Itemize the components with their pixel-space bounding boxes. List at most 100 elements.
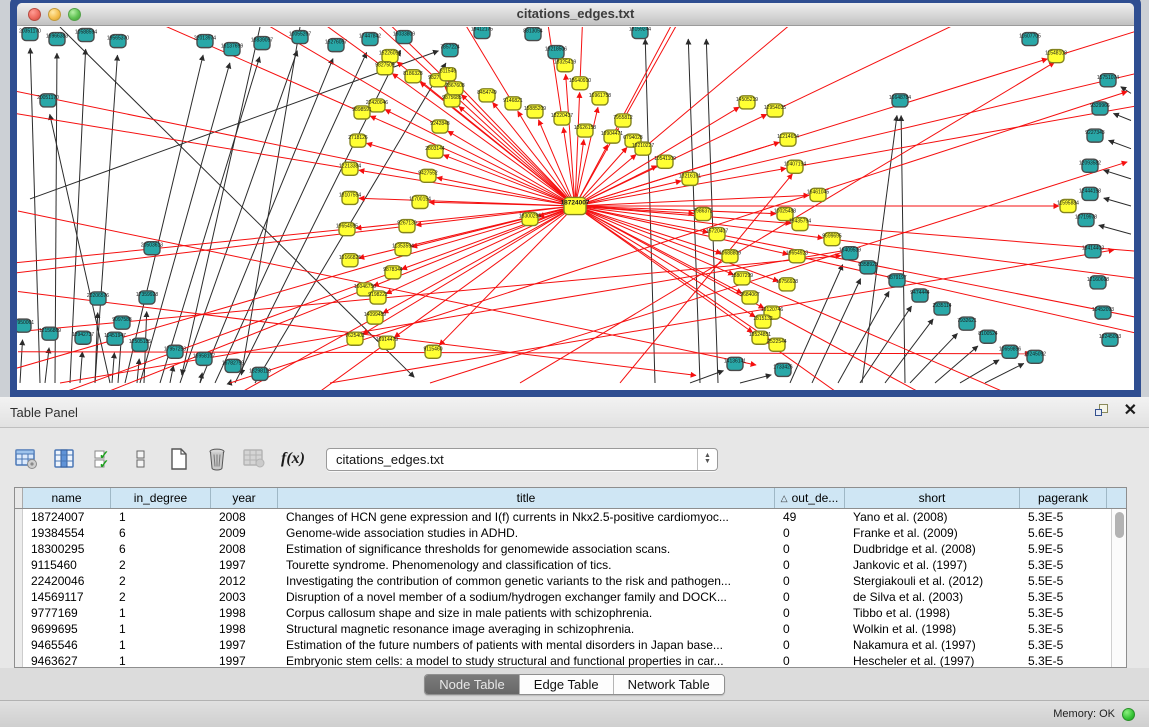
table-cell[interactable]: 2012	[211, 573, 278, 589]
tab-network-table[interactable]: Network Table	[614, 675, 724, 694]
table-cell[interactable]: 0	[775, 525, 845, 541]
table-cell[interactable]: 2	[111, 557, 211, 573]
table-vertical-scrollbar[interactable]	[1111, 509, 1126, 667]
table-cell[interactable]: 5.3E-5	[1020, 637, 1107, 653]
delete-icon[interactable]	[204, 446, 230, 472]
table-cell[interactable]: Yano et al. (2008)	[845, 509, 1020, 525]
table-cell[interactable]: 19384554	[23, 525, 111, 541]
table-cell[interactable]: 5.3E-5	[1020, 653, 1107, 667]
column-header-in_degree[interactable]: in_degree	[111, 488, 211, 508]
table-row[interactable]: 1872400712008Changes of HCN gene express…	[15, 509, 1111, 525]
show-columns-icon[interactable]	[52, 446, 78, 472]
citation-network-graph[interactable]: 2035117016966383105885941956537020051170…	[17, 27, 1134, 390]
table-cell[interactable]: 0	[775, 541, 845, 557]
new-table-icon[interactable]	[166, 446, 192, 472]
tab-node-table[interactable]: Node Table	[425, 675, 520, 694]
table-cell[interactable]: 5.3E-5	[1020, 621, 1107, 637]
table-cell[interactable]: 0	[775, 637, 845, 653]
table-cell[interactable]: Hescheler et al. (1997)	[845, 653, 1020, 667]
column-header-short[interactable]: short	[845, 488, 1020, 508]
network-graph-canvas[interactable]: 2035117016966383105885941956537020051170…	[17, 27, 1134, 390]
table-row[interactable]: 946362711997Embryonic stem cells: a mode…	[15, 653, 1111, 667]
table-cell[interactable]: 6	[111, 525, 211, 541]
table-row[interactable]: 1830029562008Estimation of significance …	[15, 541, 1111, 557]
table-cell[interactable]: 0	[775, 653, 845, 667]
table-row[interactable]: 946554611997Estimation of the future num…	[15, 637, 1111, 653]
column-header-year[interactable]: year	[211, 488, 278, 508]
table-cell[interactable]: 18724007	[23, 509, 111, 525]
table-cell[interactable]: 9465546	[23, 637, 111, 653]
table-cell[interactable]: 1	[111, 605, 211, 621]
table-cell[interactable]: 0	[775, 621, 845, 637]
memory-status-icon[interactable]	[1122, 708, 1135, 721]
table-row[interactable]: 1456911722003Disruption of a novel membe…	[15, 589, 1111, 605]
table-cell[interactable]: 0	[775, 605, 845, 621]
table-cell[interactable]: 5.9E-5	[1020, 541, 1107, 557]
table-cell[interactable]: 1	[111, 637, 211, 653]
table-row[interactable]: 2242004622012Investigating the contribut…	[15, 573, 1111, 589]
tab-edge-table[interactable]: Edge Table	[520, 675, 614, 694]
table-cell[interactable]: Tibbo et al. (1998)	[845, 605, 1020, 621]
table-row[interactable]: 911546021997Tourette syndrome. Phenomeno…	[15, 557, 1111, 573]
table-cell[interactable]: Genome-wide association studies in ADHD.	[278, 525, 775, 541]
table-cell[interactable]: Jankovic et al. (1997)	[845, 557, 1020, 573]
select-columns-icon[interactable]: ✓✓	[90, 446, 116, 472]
table-cell[interactable]: 1998	[211, 605, 278, 621]
function-builder-icon[interactable]: f(x)	[280, 446, 306, 472]
table-panel-titlebar[interactable]: Table Panel ✕	[0, 397, 1149, 428]
table-cell[interactable]: 1	[111, 653, 211, 667]
scrollbar-thumb[interactable]	[1115, 512, 1124, 538]
network-window-titlebar[interactable]: citations_edges.txt	[17, 3, 1134, 26]
table-cell[interactable]: 0	[775, 557, 845, 573]
column-header-name[interactable]: name	[23, 488, 111, 508]
table-cell[interactable]: 2003	[211, 589, 278, 605]
table-cell[interactable]: 22420046	[23, 573, 111, 589]
table-cell[interactable]: 9115460	[23, 557, 111, 573]
table-cell[interactable]: Investigating the contribution of common…	[278, 573, 775, 589]
table-cell[interactable]: 2008	[211, 541, 278, 557]
table-row[interactable]: 1938455462009Genome-wide association stu…	[15, 525, 1111, 541]
table-cell[interactable]: 2	[111, 589, 211, 605]
table-cell[interactable]: 1997	[211, 653, 278, 667]
column-header-title[interactable]: title	[278, 488, 775, 508]
table-cell[interactable]: 2009	[211, 525, 278, 541]
table-row[interactable]: 969969511998Structural magnetic resonanc…	[15, 621, 1111, 637]
column-header-out_de[interactable]: △out_de...	[775, 488, 845, 508]
table-cell[interactable]: 9777169	[23, 605, 111, 621]
table-cell[interactable]: 5.5E-5	[1020, 573, 1107, 589]
table-cell[interactable]: 2	[111, 573, 211, 589]
table-selector-dropdown[interactable]: citations_edges.txt ▲▼	[326, 448, 718, 471]
row-height-icon[interactable]	[128, 446, 154, 472]
table-cell[interactable]: 49	[775, 509, 845, 525]
table-cell[interactable]: 2008	[211, 509, 278, 525]
table-cell[interactable]: 5.3E-5	[1020, 509, 1107, 525]
table-row[interactable]: 977716911998Corpus callosum shape and si…	[15, 605, 1111, 621]
table-cell[interactable]: 0	[775, 589, 845, 605]
column-header-pagerank[interactable]: pagerank	[1020, 488, 1107, 508]
float-panel-icon[interactable]	[1095, 403, 1110, 418]
table-cell[interactable]: 5.3E-5	[1020, 589, 1107, 605]
table-cell[interactable]: Estimation of the future numbers of pati…	[278, 637, 775, 653]
table-cell[interactable]: 6	[111, 541, 211, 557]
table-cell[interactable]: 1	[111, 509, 211, 525]
table-cell[interactable]: 1997	[211, 557, 278, 573]
table-cell[interactable]: Tourette syndrome. Phenomenology and cla…	[278, 557, 775, 573]
table-cell[interactable]: Franke et al. (2009)	[845, 525, 1020, 541]
table-cell[interactable]: de Silva et al. (2003)	[845, 589, 1020, 605]
table-cell[interactable]: 14569117	[23, 589, 111, 605]
table-settings-icon[interactable]	[14, 446, 40, 472]
table-cell[interactable]: 0	[775, 573, 845, 589]
table-cell[interactable]: 1997	[211, 637, 278, 653]
table-cell[interactable]: Changes of HCN gene expression and I(f) …	[278, 509, 775, 525]
table-cell[interactable]: Disruption of a novel member of a sodium…	[278, 589, 775, 605]
table-cell[interactable]: 5.3E-5	[1020, 557, 1107, 573]
table-cell[interactable]: Structural magnetic resonance image aver…	[278, 621, 775, 637]
table-cell[interactable]: Embryonic stem cells: a model to study s…	[278, 653, 775, 667]
table-cell[interactable]: Nakamura et al. (1997)	[845, 637, 1020, 653]
table-cell[interactable]: 9699695	[23, 621, 111, 637]
table-cell[interactable]: 5.6E-5	[1020, 525, 1107, 541]
table-cell[interactable]: Stergiakouli et al. (2012)	[845, 573, 1020, 589]
table-cell[interactable]: 1	[111, 621, 211, 637]
table-cell[interactable]: 9463627	[23, 653, 111, 667]
table-cell[interactable]: 1998	[211, 621, 278, 637]
